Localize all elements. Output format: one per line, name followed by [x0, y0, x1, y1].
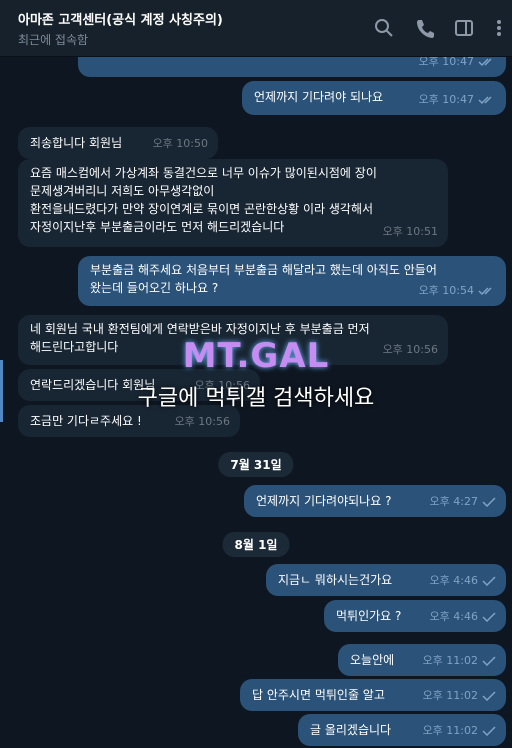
message-time: 오후 11:02 [422, 654, 478, 667]
message-line: 요즘 매스컴에서 가상계좌 동결건으로 너무 이슈가 많이된시점에 장이 [30, 166, 377, 180]
message-bubble[interactable]: 조금만 기다ㄹ주세요 ! 오후 10:56 [18, 405, 240, 437]
message-bubble[interactable]: 답 안주시면 먹튀인줄 알고 오후 11:02 [240, 679, 506, 711]
message-text: 글 올리겠습니다 [310, 723, 392, 737]
message-text: 언제까지 기다려야 되나요 [254, 90, 384, 104]
check-icon [482, 726, 496, 736]
double-check-icon [478, 287, 492, 296]
message-bubble[interactable]: 언제까지 기다려야되나요 ? 오후 4:27 [244, 485, 506, 517]
message-bubble[interactable]: 죄송합니다 회원님 오후 10:50 [18, 127, 218, 159]
message-text: 연락드리겠습니다 회원님 [30, 378, 156, 392]
date-separator: 8월 1일 [222, 532, 290, 557]
sidebar-icon[interactable] [453, 17, 475, 39]
message-time: 오후 10:56 [382, 343, 438, 356]
message-time: 오후 4:46 [429, 610, 478, 623]
message-line: 부분출금 해주세요 처음부터 부분출금 해달라고 했는데 아직도 안들어 [90, 263, 437, 277]
message-time: 오후 11:02 [422, 689, 478, 702]
check-icon [482, 497, 496, 507]
check-icon [482, 576, 496, 586]
message-text: 지금ㄴ 뭐하시는건가요 [278, 573, 393, 587]
chat-title[interactable]: 아마존 고객센터(공식 계정 사칭주의) [18, 9, 223, 28]
double-check-icon [478, 58, 492, 67]
message-time: 오후 10:54 [418, 284, 474, 297]
message-bubble[interactable]: 글 올리겠습니다 오후 11:02 [298, 714, 506, 746]
check-icon [482, 691, 496, 701]
search-icon[interactable] [373, 17, 395, 39]
message-text: 죄송합니다 회원님 [30, 136, 123, 150]
check-icon [482, 656, 496, 666]
message-time: 오후 10:56 [194, 379, 250, 392]
message-text: 답 안주시면 먹튀인줄 알고 [252, 688, 385, 702]
message-text: 먹튀인가요 ? [336, 609, 402, 623]
message-bubble[interactable]: 연락드리겠습니다 회원님 오후 10:56 [18, 369, 260, 401]
message-text: 오늘안에 [350, 653, 395, 667]
message-time: 오후 10:56 [174, 415, 230, 428]
message-text: 언제까지 기다려야되나요 ? [256, 494, 392, 508]
message-bubble[interactable]: 요즘 매스컴에서 가상계좌 동결건으로 너무 이슈가 많이된시점에 장이 문제생… [18, 159, 448, 247]
selection-indicator [0, 360, 3, 422]
message-text: 조금만 기다ㄹ주세요 ! [30, 414, 142, 428]
message-line: 해드린다고합니다 [30, 340, 119, 354]
message-line: 네 회원님 국내 환전팀에게 연락받은바 자정이지난 후 부분출금 먼저 [30, 322, 370, 336]
chat-header: 아마존 고객센터(공식 계정 사칭주의) 최근에 접속함 [0, 0, 512, 57]
message-bubble[interactable]: 네 회원님 국내 환전팀에게 연락받은바 자정이지난 후 부분출금 먼저 해드린… [18, 315, 448, 365]
message-line: 문제생겨버리니 저희도 아무생각없이 [30, 184, 215, 198]
message-time: 오후 4:46 [429, 574, 478, 587]
message-bubble[interactable]: 부분출금 해주세요 처음부터 부분출금 해달라고 했는데 아직도 안들어 왔는데… [78, 256, 506, 306]
message-time: 오후 4:27 [429, 495, 478, 508]
double-check-icon [478, 96, 492, 105]
message-time: 오후 10:51 [382, 225, 438, 238]
message-list[interactable]: 오후 10:47 언제까지 기다려야 되나요 오후 10:47 죄송합니다 회원… [0, 57, 512, 748]
message-bubble[interactable]: 오늘안에 오후 11:02 [338, 644, 506, 676]
message-bubble[interactable]: 지금ㄴ 뭐하시는건가요 오후 4:46 [266, 564, 506, 596]
message-time: 오후 10:47 [418, 93, 474, 106]
message-time: 오후 10:47 [418, 57, 474, 68]
message-line: 환전을내드렸다가 만약 장이연계로 묶이면 곤란한상황 이라 생각해서 [30, 202, 374, 216]
message-bubble[interactable]: 오후 10:47 [78, 57, 506, 77]
message-line: 자정이지난후 부분출금이라도 먼저 해드리겠습니다 [30, 220, 285, 234]
message-time: 오후 10:50 [152, 137, 208, 150]
check-icon [482, 612, 496, 622]
phone-icon[interactable] [414, 17, 436, 39]
message-time: 오후 11:02 [422, 724, 478, 737]
message-bubble[interactable]: 먹튀인가요 ? 오후 4:46 [324, 600, 506, 632]
chat-status: 최근에 접속함 [18, 33, 89, 47]
message-bubble[interactable]: 언제까지 기다려야 되나요 오후 10:47 [242, 81, 506, 115]
date-separator: 7월 31일 [218, 452, 294, 477]
more-icon[interactable] [488, 17, 510, 39]
